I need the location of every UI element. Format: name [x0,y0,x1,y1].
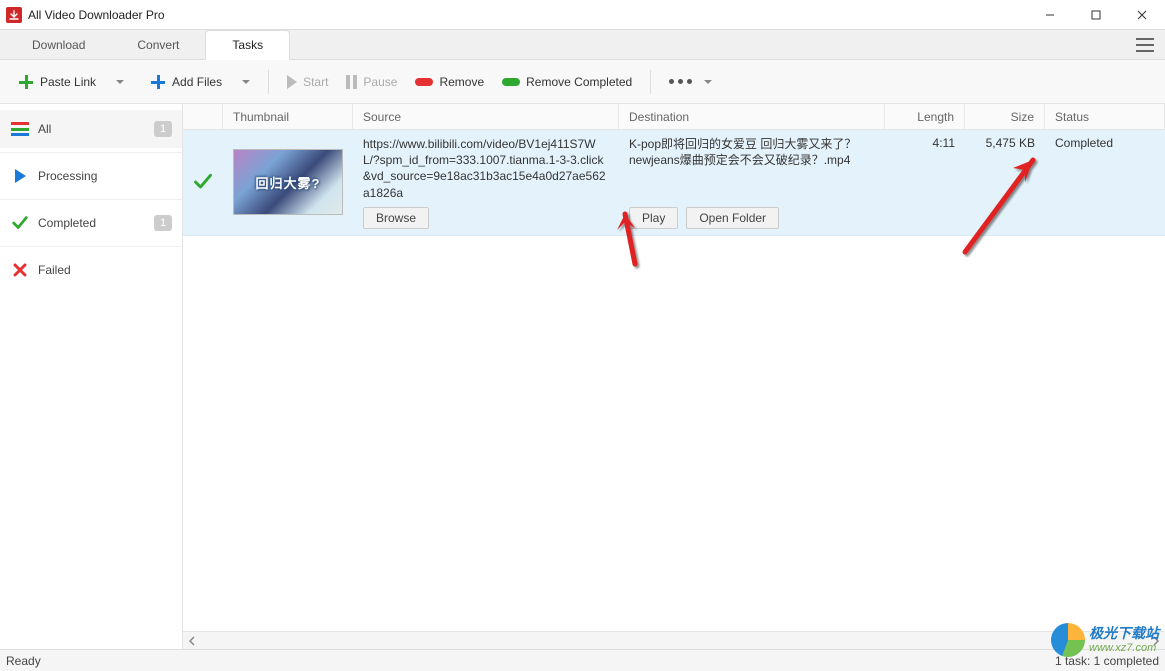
sidebar-divider [0,246,182,247]
task-row[interactable]: 回归大雾? https://www.bilibili.com/video/BV1… [183,130,1165,236]
all-icon [10,122,30,136]
pause-icon [346,75,357,89]
menu-button[interactable] [1125,30,1165,59]
start-button[interactable]: Start [279,67,336,97]
source-url: https://www.bilibili.com/video/BV1ej411S… [363,136,609,201]
pause-label: Pause [363,75,397,89]
sidebar-item-processing[interactable]: Processing [0,157,182,195]
row-destination-cell: K-pop即将回归的女爱豆 回归大雾又来了？ newjeans爆曲预定会不会又破… [619,136,885,229]
toolbar-separator [650,70,651,94]
thumbnail-image: 回归大雾? [233,149,343,215]
tab-download[interactable]: Download [6,30,111,59]
sidebar-badge: 1 [154,121,172,137]
column-thumbnail[interactable]: Thumbnail [223,104,353,129]
sidebar-badge: 1 [154,215,172,231]
app-title: All Video Downloader Pro [28,8,165,22]
tab-convert[interactable]: Convert [111,30,205,59]
more-button[interactable] [661,67,720,97]
pause-button[interactable]: Pause [338,67,405,97]
completed-icon [10,214,30,232]
tab-tasks[interactable]: Tasks [205,30,290,60]
table-header: Thumbnail Source Destination Length Size… [183,104,1165,130]
row-length: 4:11 [885,136,965,229]
thumbnail-caption: 回归大雾? [256,173,321,192]
row-status-icon [183,136,223,229]
row-size: 5,475 KB [965,136,1045,229]
add-files-button[interactable]: Add Files [142,67,230,97]
minimize-button[interactable] [1027,0,1073,30]
sidebar-item-label: Completed [38,216,96,230]
sidebar-item-label: All [38,122,51,136]
destination-filename: K-pop即将回归的女爱豆 回归大雾又来了？ newjeans爆曲预定会不会又破… [629,136,875,168]
row-source-cell: https://www.bilibili.com/video/BV1ej411S… [353,136,619,229]
remove-button[interactable]: Remove [407,67,492,97]
maximize-button[interactable] [1073,0,1119,30]
statusbar: Ready 1 task: 1 completed [0,649,1165,671]
column-status[interactable]: Status [1045,104,1165,129]
task-panel: Thumbnail Source Destination Length Size… [183,104,1165,649]
plus-icon [18,74,34,90]
remove-completed-icon [502,78,520,86]
paste-link-label: Paste Link [40,75,96,89]
toolbar-separator [268,70,269,94]
column-size[interactable]: Size [965,104,1045,129]
statusbar-right: 1 task: 1 completed [1055,654,1159,668]
sidebar-divider [0,199,182,200]
scroll-right-button[interactable] [1147,633,1165,649]
row-status: Completed [1045,136,1165,229]
hamburger-icon [1136,38,1154,52]
chevron-down-icon [116,80,124,84]
chevron-down-icon [704,80,712,84]
plus-icon [150,74,166,90]
toolbar: Paste Link Add Files Start Pause Remove … [0,60,1165,104]
main-tabs: Download Convert Tasks [0,30,1165,60]
chevron-down-icon [242,80,250,84]
horizontal-scrollbar[interactable] [183,631,1165,649]
close-button[interactable] [1119,0,1165,30]
column-destination[interactable]: Destination [619,104,885,129]
sidebar-divider [0,152,182,153]
task-list: 回归大雾? https://www.bilibili.com/video/BV1… [183,130,1165,631]
add-files-dropdown[interactable] [232,67,258,97]
sidebar: All 1 Processing Completed 1 Failed [0,104,183,649]
row-thumbnail-cell: 回归大雾? [223,136,353,229]
sidebar-item-failed[interactable]: Failed [0,251,182,289]
titlebar: All Video Downloader Pro [0,0,1165,30]
sidebar-item-all[interactable]: All 1 [0,110,182,148]
add-files-label: Add Files [172,75,222,89]
scroll-left-button[interactable] [183,633,201,649]
remove-icon [415,78,433,86]
column-length[interactable]: Length [885,104,965,129]
open-folder-button[interactable]: Open Folder [686,207,779,229]
content-area: All 1 Processing Completed 1 Failed Thu [0,104,1165,649]
column-source[interactable]: Source [353,104,619,129]
processing-icon [10,169,30,183]
play-button[interactable]: Play [629,207,678,229]
sidebar-item-label: Processing [38,169,97,183]
sidebar-item-label: Failed [38,263,71,277]
remove-completed-label: Remove Completed [526,75,632,89]
paste-link-button[interactable]: Paste Link [10,67,104,97]
app-icon [6,7,22,23]
failed-icon [10,263,30,277]
remove-label: Remove [439,75,484,89]
more-icon [669,79,692,84]
sidebar-item-completed[interactable]: Completed 1 [0,204,182,242]
play-icon [287,75,297,89]
browse-button[interactable]: Browse [363,207,429,229]
statusbar-left: Ready [6,654,41,668]
paste-link-dropdown[interactable] [106,67,132,97]
remove-completed-button[interactable]: Remove Completed [494,67,640,97]
start-label: Start [303,75,328,89]
